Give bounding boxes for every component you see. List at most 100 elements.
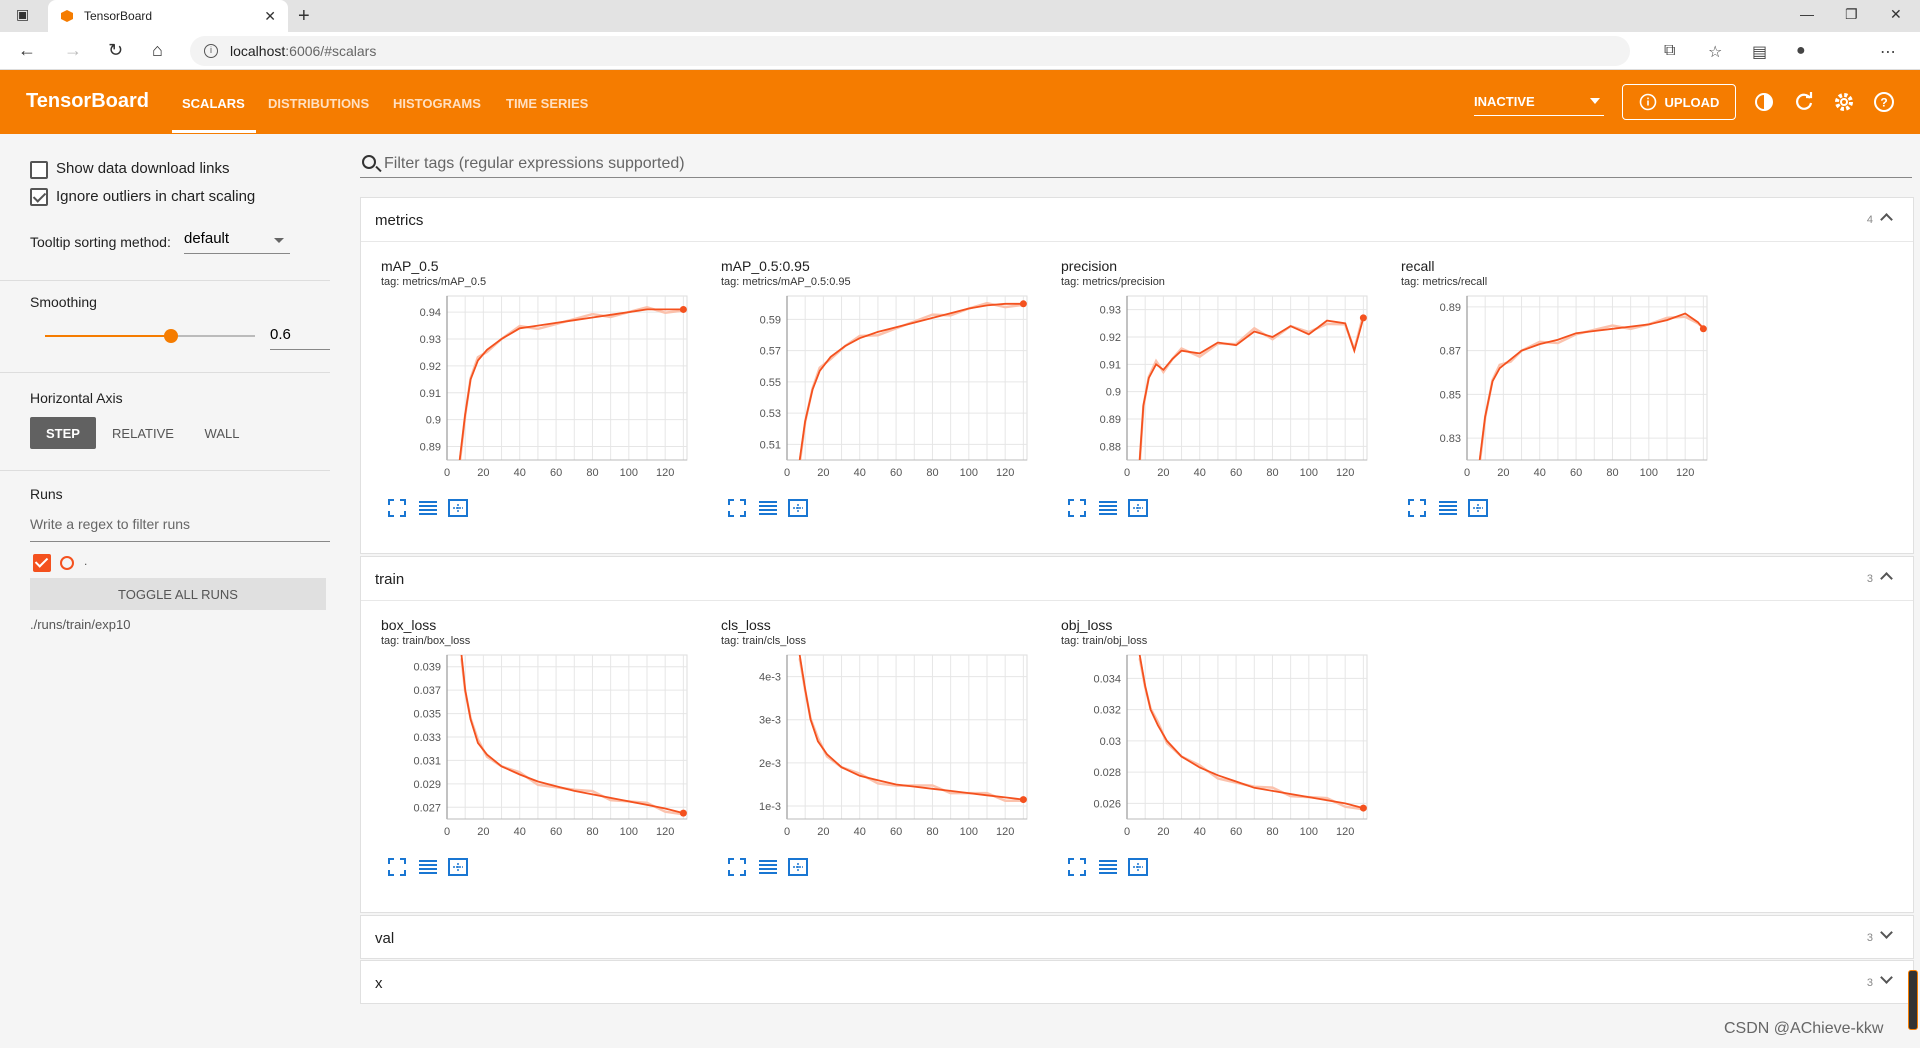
smoothing-slider[interactable]	[45, 329, 255, 343]
fit-domain-icon[interactable]	[788, 858, 808, 876]
y-tick-label: 0.031	[413, 755, 441, 767]
extensions-icon[interactable]: ⧉	[1664, 42, 1675, 60]
tab-scalars[interactable]: SCALARS	[182, 96, 245, 111]
dark-mode-icon[interactable]	[1752, 90, 1776, 114]
log-scale-icon[interactable]	[759, 501, 777, 515]
x-tick-label: 20	[1497, 467, 1509, 479]
chevron-up-icon[interactable]	[1880, 213, 1893, 226]
run-checkbox[interactable]	[33, 554, 51, 572]
tab-distributions[interactable]: DISTRIBUTIONS	[268, 96, 369, 111]
log-scale-icon[interactable]	[1099, 860, 1117, 874]
series-last-point	[1699, 325, 1707, 333]
inactive-dropdown[interactable]: INACTIVE	[1474, 94, 1604, 116]
fit-domain-icon[interactable]	[1128, 858, 1148, 876]
fullscreen-icon[interactable]	[1068, 858, 1086, 876]
chart-plot[interactable]: 0.026 0.028 0.03 0.032 0.034 0 20 40 60 80 100 120	[1041, 649, 1371, 853]
fit-domain-icon[interactable]	[788, 499, 808, 517]
tab-time-series[interactable]: TIME SERIES	[506, 96, 588, 111]
maximize-icon[interactable]: ❐	[1845, 6, 1858, 23]
chevron-down-icon[interactable]	[1880, 926, 1893, 939]
tag-filter-input[interactable]: Filter tags (regular expressions support…	[360, 150, 1912, 178]
log-scale-icon[interactable]	[759, 860, 777, 874]
fit-domain-icon[interactable]	[448, 858, 468, 876]
run-color-icon[interactable]	[60, 556, 74, 570]
x-tick-label: 80	[926, 826, 938, 838]
forward-icon[interactable]: →	[64, 40, 82, 61]
chart-plot[interactable]: 0.027 0.029 0.031 0.033 0.035 0.037 0.039 0 20 40…	[361, 649, 691, 853]
x-tick-label: 100	[960, 467, 978, 479]
x-tick-label: 60	[550, 467, 562, 479]
browser-tab[interactable]: TensorBoard ✕	[48, 0, 288, 32]
y-tick-label: 0.035	[413, 709, 441, 721]
tab-close-icon[interactable]: ✕	[264, 8, 276, 25]
fullscreen-icon[interactable]	[1408, 499, 1426, 517]
toggle-all-runs-button[interactable]: TOGGLE ALL RUNS	[30, 578, 326, 610]
chevron-down-icon[interactable]	[1880, 971, 1893, 984]
chart-plot[interactable]: 0.83 0.85 0.87 0.89 0 20 40 60 80 100 120	[1381, 290, 1711, 494]
new-tab-icon[interactable]: +	[298, 5, 310, 28]
chart-plot[interactable]: 0.89 0.9 0.91 0.92 0.93 0.94 0 20 40 60 80 100 120	[361, 290, 691, 494]
y-tick-label: 0.94	[420, 307, 441, 319]
reload-icon[interactable]: ↻	[108, 40, 123, 61]
chevron-up-icon[interactable]	[1880, 572, 1893, 585]
axis-step-button[interactable]: STEP	[30, 417, 96, 449]
back-icon[interactable]: ←	[18, 40, 36, 61]
minimize-icon[interactable]: —	[1800, 6, 1814, 22]
upload-button[interactable]: UPLOAD	[1622, 84, 1736, 120]
x-tick-label: 60	[1570, 467, 1582, 479]
site-info-icon[interactable]: i	[204, 44, 218, 58]
section-header[interactable]: metrics 4	[361, 198, 1913, 242]
smoothing-value-input[interactable]: 0.6	[270, 326, 330, 350]
fit-domain-icon[interactable]	[448, 499, 468, 517]
ignore-outliers-checkbox[interactable]	[30, 188, 48, 206]
menu-icon[interactable]: ⋯	[1880, 42, 1896, 62]
section-header[interactable]: val 3	[361, 916, 1913, 960]
favorites-icon[interactable]: ☆	[1708, 42, 1722, 62]
section-title: x	[375, 975, 383, 992]
reload-data-icon[interactable]	[1792, 90, 1816, 114]
section-header[interactable]: train 3	[361, 557, 1913, 601]
y-tick-label: 2e-3	[759, 758, 781, 770]
fullscreen-icon[interactable]	[388, 499, 406, 517]
fullscreen-icon[interactable]	[728, 858, 746, 876]
axis-relative-button[interactable]: RELATIVE	[106, 417, 180, 449]
series-last-point	[679, 809, 687, 817]
scrollbar[interactable]	[1908, 970, 1918, 1030]
tooltip-sort-select[interactable]: default	[184, 230, 290, 254]
log-scale-icon[interactable]	[419, 860, 437, 874]
fullscreen-icon[interactable]	[1068, 499, 1086, 517]
fit-domain-icon[interactable]	[1128, 499, 1148, 517]
smoothing-slider-handle[interactable]	[164, 329, 178, 343]
chart-toolbar	[1408, 499, 1488, 517]
log-scale-icon[interactable]	[1099, 501, 1117, 515]
section-header[interactable]: x 3	[361, 961, 1913, 1005]
axis-wall-button[interactable]: WALL	[190, 417, 254, 449]
chart-card: mAP_0.5 tag: metrics/mAP_0.5 0.89 0.9 0.91 0.…	[361, 244, 691, 534]
chart-card: obj_loss tag: train/obj_loss 0.026 0.028 0.0…	[1041, 603, 1371, 893]
chart-card: recall tag: metrics/recall 0.83 0.85 0.87 0.8…	[1381, 244, 1711, 534]
profile-icon[interactable]: ●	[1796, 42, 1806, 60]
collections-icon[interactable]: ▤	[1752, 42, 1767, 62]
help-icon[interactable]: ?	[1872, 90, 1896, 114]
show-download-checkbox[interactable]	[30, 161, 48, 179]
y-tick-label: 0.51	[760, 439, 781, 451]
settings-gear-icon[interactable]	[1832, 90, 1856, 114]
fit-domain-icon[interactable]	[1468, 499, 1488, 517]
home-icon[interactable]: ⌂	[152, 40, 163, 61]
chart-plot[interactable]: 0.88 0.89 0.9 0.91 0.92 0.93 0 20 40 60 80 100 120	[1041, 290, 1371, 494]
tab-actions-icon[interactable]: ▣	[16, 6, 29, 23]
chart-plot[interactable]: 0.51 0.53 0.55 0.57 0.59 0 20 40 60 80 100 120	[701, 290, 1031, 494]
runs-filter-input[interactable]: Write a regex to filter runs	[30, 516, 330, 542]
log-scale-icon[interactable]	[419, 501, 437, 515]
series-last-point	[1359, 314, 1367, 322]
url-field[interactable]: i localhost:6006/#scalars	[190, 36, 1630, 66]
section-title: train	[375, 571, 405, 588]
window-close-icon[interactable]: ✕	[1890, 6, 1902, 23]
fullscreen-icon[interactable]	[388, 858, 406, 876]
chart-tag: tag: train/box_loss	[381, 635, 471, 647]
tab-histograms[interactable]: HISTOGRAMS	[393, 96, 481, 111]
chart-plot[interactable]: 1e-3 2e-3 3e-3 4e-3 0 20 40 60 80 100 120	[701, 649, 1031, 853]
y-tick-label: 0.89	[420, 442, 441, 454]
log-scale-icon[interactable]	[1439, 501, 1457, 515]
fullscreen-icon[interactable]	[728, 499, 746, 517]
